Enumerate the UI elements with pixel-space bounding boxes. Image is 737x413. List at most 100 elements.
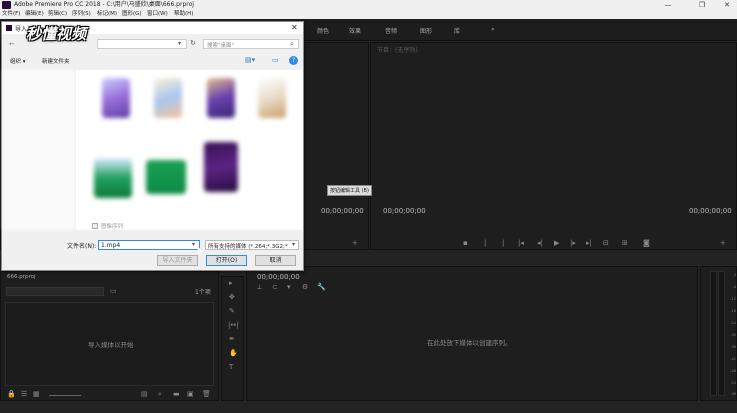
address-dropdown-icon[interactable]: ▾: [178, 40, 181, 47]
extract-icon[interactable]: ⊞: [622, 239, 628, 247]
cancel-button[interactable]: 取消: [255, 255, 296, 266]
new-folder-button[interactable]: 新建文件夹: [42, 57, 70, 65]
menu-file[interactable]: 文件(F): [2, 10, 20, 19]
add-button-icon[interactable]: +: [352, 239, 358, 247]
program-timecode-left: 00;00;00;00: [383, 207, 426, 215]
file-thumbnail[interactable]: [154, 78, 182, 118]
tools-panel: ▸ ✥ ✎ |↔| ✒ ✋ T: [221, 276, 244, 401]
image-sequence-checkbox[interactable]: [92, 223, 98, 229]
program-timecode-right: 00;00;00;00: [689, 207, 732, 215]
file-thumbnail[interactable]: [258, 78, 286, 118]
preview-pane-icon[interactable]: ▭: [272, 56, 279, 64]
menu-sequence[interactable]: 序列(S): [72, 10, 91, 19]
dialog-close-icon[interactable]: ✕: [291, 23, 298, 32]
meter-channel-left: [710, 271, 717, 396]
track-select-icon[interactable]: ✥: [229, 293, 235, 301]
hand-tool-icon[interactable]: ✋: [229, 349, 238, 357]
navigation-pane[interactable]: [3, 70, 75, 230]
minimize-icon[interactable]: —: [660, 0, 676, 10]
back-icon[interactable]: ←: [9, 40, 15, 48]
source-timecode: 00;00;00;00: [321, 207, 364, 215]
filetype-dropdown-icon[interactable]: ▾: [292, 241, 296, 248]
meter-tick: -12: [730, 297, 736, 301]
razor-tool-icon[interactable]: |↔|: [228, 321, 239, 329]
linked-selection-icon[interactable]: ⊂: [272, 283, 278, 291]
selection-tool-icon[interactable]: ▸: [229, 279, 233, 287]
new-sequence-icon[interactable]: ▣: [187, 390, 194, 398]
menu-window[interactable]: 窗口(W): [147, 10, 168, 19]
refresh-icon[interactable]: ↻: [190, 39, 196, 47]
workspace-graphics[interactable]: 图形: [420, 26, 432, 35]
filename-input[interactable]: 1.mp4 ▾: [98, 240, 200, 250]
image-sequence-label: 图像序列: [101, 224, 124, 230]
list-view-icon[interactable]: ☰: [21, 390, 27, 398]
wrench-icon[interactable]: 🔧: [317, 283, 326, 291]
add-marker-icon[interactable]: ▾: [287, 283, 291, 291]
project-drop-area[interactable]: 导入媒体以开始: [5, 302, 214, 386]
file-list[interactable]: [76, 70, 303, 230]
icon-view-icon[interactable]: ▦: [33, 390, 40, 398]
project-search-input[interactable]: [6, 287, 104, 296]
mark-in-icon[interactable]: ▪: [463, 239, 468, 247]
workspace-libraries[interactable]: 库: [454, 26, 460, 35]
pen-tool-icon[interactable]: ✒: [229, 335, 235, 343]
step-forward-icon[interactable]: |▸: [570, 239, 576, 247]
new-item-icon[interactable]: ▤: [141, 390, 148, 398]
ripple-edit-icon[interactable]: ✎: [229, 307, 235, 315]
filetype-value: 所有支持的媒体 (*.264;*.3G2;*: [208, 244, 288, 250]
file-thumbnail[interactable]: [207, 78, 235, 118]
restore-icon[interactable]: ❐: [694, 0, 710, 10]
dialog-app-icon: [6, 25, 12, 31]
go-to-in-icon[interactable]: |◂: [518, 239, 524, 247]
export-frame-icon[interactable]: ◙: [643, 239, 650, 247]
find-icon[interactable]: ⌕: [158, 390, 162, 399]
menu-marker[interactable]: 标记(M): [97, 10, 117, 19]
menu-bar: 文件(F) 编辑(E) 剪辑(C) 序列(S) 标记(M) 图形(G) 窗口(W…: [0, 10, 737, 19]
file-thumbnail[interactable]: [94, 158, 132, 198]
meter-tick: -42: [730, 357, 736, 361]
snap-icon[interactable]: ⟂: [257, 283, 262, 292]
marker-icon[interactable]: |: [502, 239, 504, 247]
trash-icon[interactable]: 🗑: [202, 390, 211, 398]
view-options-icon[interactable]: ▤▾: [245, 56, 255, 64]
filename-value: 1.mp4: [101, 242, 121, 249]
mark-out-icon[interactable]: |: [484, 239, 486, 247]
folder-icon[interactable]: ▬: [173, 390, 180, 398]
help-icon[interactable]: ?: [289, 56, 298, 65]
meter-tick: -6: [732, 285, 737, 289]
file-thumbnail[interactable]: [102, 78, 130, 118]
file-thumbnail[interactable]: [146, 160, 186, 194]
file-thumbnail[interactable]: [204, 142, 238, 192]
program-add-button-icon[interactable]: +: [720, 239, 726, 247]
new-bin-icon[interactable]: ▭: [110, 287, 117, 295]
menu-graphics[interactable]: 图形(G): [122, 10, 142, 19]
workspace-effects[interactable]: 效果: [349, 26, 361, 35]
tooltip: 按钮编辑工具 (B): [327, 185, 372, 196]
audio-meter-panel: 0 -6 -12 -18 -24 -30 -36 -42 -48 -54 dB: [700, 266, 737, 401]
address-bar[interactable]: ▾: [97, 39, 187, 49]
program-monitor-panel: 节目：(无序列) 00;00;00;00 00;00;00;00 ▪ | | |…: [370, 42, 737, 250]
search-icon[interactable]: ⌕: [290, 40, 294, 49]
organize-button[interactable]: 组织 ▾: [10, 57, 26, 65]
meter-tick: -18: [730, 309, 736, 313]
menu-help[interactable]: 帮助(H): [174, 10, 193, 19]
lift-icon[interactable]: ⊟: [603, 239, 609, 247]
import-folder-button[interactable]: 导入文件夹: [157, 255, 198, 266]
filetype-select[interactable]: 所有支持的媒体 (*.264;*.3G2;* ▾: [205, 240, 299, 250]
workspace-more[interactable]: »: [491, 26, 495, 33]
lock-icon[interactable]: 🔒: [7, 390, 16, 398]
step-back-icon[interactable]: ◂|: [537, 239, 543, 247]
menu-edit[interactable]: 编辑(E): [25, 10, 44, 19]
go-to-out-icon[interactable]: ▸|: [586, 239, 592, 247]
search-field[interactable]: 搜索"桌面" ⌕: [203, 39, 299, 49]
type-tool-icon[interactable]: T: [229, 363, 233, 371]
zoom-slider[interactable]: [49, 395, 81, 396]
close-window-icon[interactable]: ✕: [719, 0, 735, 10]
menu-clip[interactable]: 剪辑(C): [48, 10, 67, 19]
project-empty-text: 导入媒体以开始: [88, 341, 134, 349]
play-icon[interactable]: ▶: [554, 239, 559, 247]
settings-icon[interactable]: ⚙: [302, 283, 308, 291]
workspace-audio[interactable]: 音频: [385, 26, 397, 35]
open-button[interactable]: 打开(O): [206, 255, 247, 266]
workspace-color[interactable]: 颜色: [317, 26, 329, 35]
